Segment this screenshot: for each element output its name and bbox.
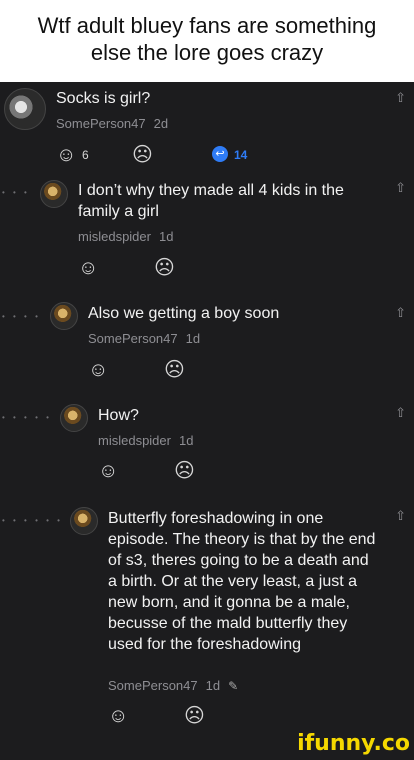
reply-count[interactable]: 14 xyxy=(234,148,247,162)
username[interactable]: SomePerson47 xyxy=(56,116,146,131)
comment-text: Also we getting a boy soon xyxy=(88,305,280,322)
smile-face-icon[interactable]: ☺ xyxy=(88,360,108,380)
avatar[interactable] xyxy=(40,180,68,208)
avatar[interactable] xyxy=(60,404,88,432)
frown-face-icon[interactable]: ☹ xyxy=(154,258,175,278)
comment-text: I don’t why they made all 4 kids in the … xyxy=(78,182,344,220)
share-icon[interactable]: ⇧ xyxy=(395,405,406,421)
share-icon[interactable]: ⇧ xyxy=(395,90,406,106)
avatar[interactable] xyxy=(50,302,78,330)
smile-face-icon[interactable]: ☺ xyxy=(78,258,98,278)
avatar[interactable] xyxy=(4,88,46,130)
username[interactable]: SomePerson47 xyxy=(108,678,198,693)
username[interactable]: misledspider xyxy=(78,229,151,244)
comment-meta: SomePerson47 2d xyxy=(56,116,168,131)
thread-indent-dots: • • • • xyxy=(2,312,41,321)
smile-face-icon[interactable]: ☺ xyxy=(98,461,118,481)
frown-face-icon[interactable]: ☹ xyxy=(132,145,153,165)
timestamp: 2d xyxy=(153,116,169,131)
like-count: 6 xyxy=(82,148,89,162)
share-icon[interactable]: ⇧ xyxy=(395,508,406,524)
frown-face-icon[interactable]: ☹ xyxy=(184,706,205,726)
timestamp: 1d xyxy=(205,678,221,693)
username[interactable]: misledspider xyxy=(98,433,171,448)
frown-face-icon[interactable]: ☹ xyxy=(174,461,195,481)
comment-meta: SomePerson47 1d xyxy=(88,331,200,346)
caption-line-2: else the lore goes crazy xyxy=(90,40,324,65)
comment-text: Socks is girl? xyxy=(56,90,151,107)
timestamp: 1d xyxy=(158,229,174,244)
comment-meta: SomePerson47 1d ✎ xyxy=(108,678,238,693)
reply-icon[interactable]: ↩ xyxy=(212,146,228,162)
share-icon[interactable]: ⇧ xyxy=(395,305,406,321)
share-icon[interactable]: ⇧ xyxy=(395,180,406,196)
smile-face-icon[interactable]: ☺ xyxy=(108,706,128,726)
username[interactable]: SomePerson47 xyxy=(88,331,178,346)
avatar[interactable] xyxy=(70,507,98,535)
timestamp: 1d xyxy=(185,331,201,346)
thread-indent-dots: • • • xyxy=(2,188,30,197)
timestamp: 1d xyxy=(178,433,194,448)
smile-face-icon[interactable]: ☺ xyxy=(56,145,76,165)
comment-text: Butterfly foreshadowing in one episode. … xyxy=(108,510,376,653)
pencil-icon: ✎ xyxy=(228,679,239,693)
frown-face-icon[interactable]: ☹ xyxy=(164,360,185,380)
ifunny-watermark: ifunny.co xyxy=(297,731,410,756)
thread-indent-dots: • • • • • xyxy=(2,413,52,422)
comment-meta: misledspider 1d xyxy=(98,433,193,448)
thread-indent-dots: • • • • • • xyxy=(2,516,63,525)
caption-line-1: Wtf adult bluey fans are something xyxy=(37,13,377,38)
comment-text: How? xyxy=(98,407,139,424)
comment-meta: misledspider 1d xyxy=(78,229,173,244)
meme-caption: Wtf adult bluey fans are something else … xyxy=(0,0,414,82)
